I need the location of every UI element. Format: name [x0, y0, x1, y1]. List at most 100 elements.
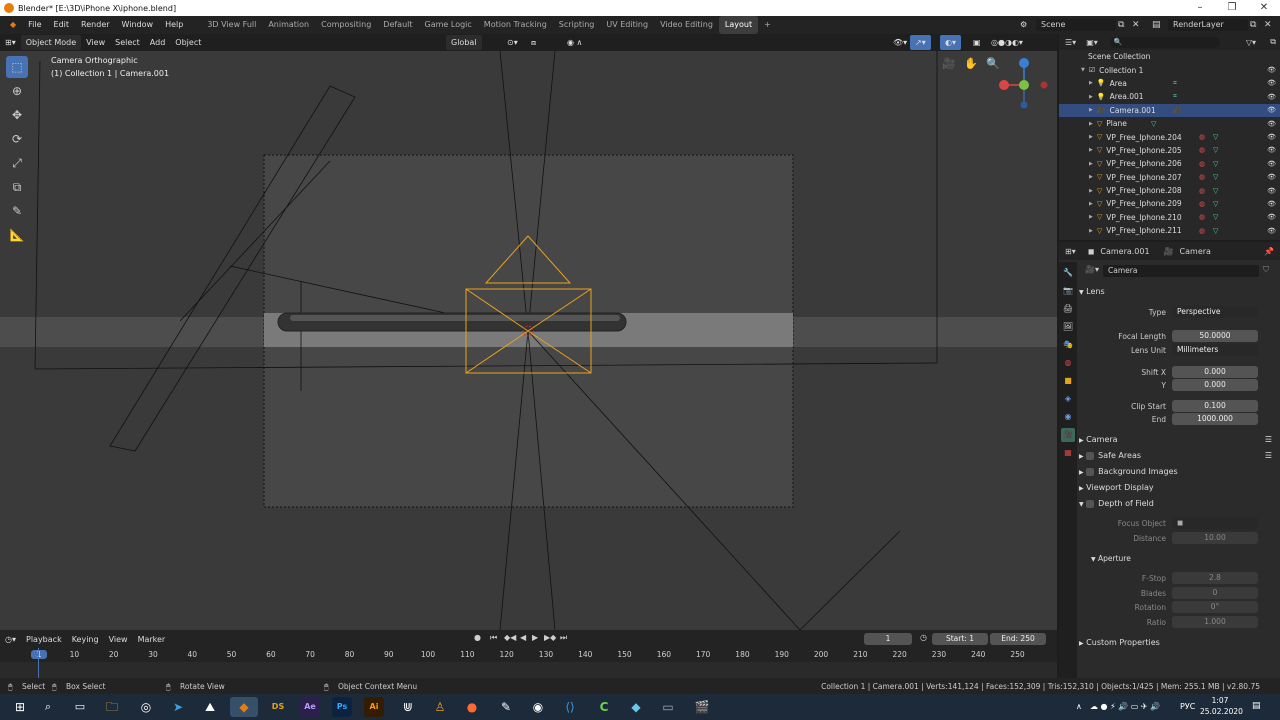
material-icon[interactable]: ◍ — [1199, 160, 1205, 168]
visibility-icon[interactable]: 👁▾ — [888, 35, 912, 50]
outliner-row[interactable]: ▶ 💡 Area ⌗ 👁 — [1059, 77, 1280, 90]
pin-icon[interactable]: 📌 — [1264, 247, 1274, 256]
workspace-tab[interactable]: 3D View Full — [201, 16, 262, 34]
lens-type-dropdown[interactable]: Perspective — [1172, 306, 1258, 318]
render-layer-icon[interactable]: ▤ — [1152, 16, 1161, 34]
add-workspace-icon[interactable]: + — [758, 16, 777, 34]
snap-icon[interactable]: ⧈ — [526, 35, 541, 50]
delete-scene-icon[interactable]: ✕ — [1132, 16, 1140, 34]
datablock-name-field[interactable]: Camera — [1103, 265, 1259, 277]
shift-y-field[interactable]: 0.000 — [1172, 379, 1258, 391]
chrome-icon[interactable]: ◎ — [136, 697, 156, 717]
menu-add[interactable]: Add — [145, 35, 171, 50]
annotate-tool-icon[interactable]: ✎ — [6, 200, 28, 222]
visibility-eye-icon[interactable]: 👁 — [1267, 133, 1276, 141]
ratio-field[interactable]: 1.000 — [1172, 616, 1258, 628]
visibility-eye-icon[interactable]: 👁 — [1267, 146, 1276, 154]
start-frame-field[interactable]: Start: 1 — [932, 633, 988, 645]
menu-edit[interactable]: Edit — [48, 16, 76, 34]
camera-data-tab-icon[interactable]: 🎥 — [1061, 428, 1075, 442]
timeline-editor-icon[interactable]: ◷▾ — [0, 632, 21, 647]
delete-layer-icon[interactable]: ✕ — [1264, 16, 1272, 34]
menu-render[interactable]: Render — [75, 16, 115, 34]
cursor-tool-icon[interactable]: ⊕ — [6, 80, 28, 102]
safe-areas-checkbox[interactable] — [1086, 451, 1095, 460]
expand-arrow-icon[interactable]: ▼ — [1081, 67, 1085, 73]
timeline-track[interactable] — [0, 648, 1057, 678]
menu-timeline-view[interactable]: View — [104, 632, 133, 647]
object-data-icon[interactable]: ▽ — [1213, 213, 1218, 221]
custom-properties-header[interactable]: ▶ Custom Properties — [1079, 638, 1278, 647]
fstop-field[interactable]: 2.8 — [1172, 572, 1258, 584]
next-keyframe-icon[interactable]: ▶◆ — [544, 633, 556, 642]
outliner-row[interactable]: ▶ ▽ Plane ▽ 👁 — [1059, 117, 1280, 130]
rotation-field[interactable]: 0° — [1172, 601, 1258, 613]
render-tab-icon[interactable]: 📷 — [1061, 284, 1075, 298]
expand-arrow-icon[interactable]: ▶ — [1089, 121, 1093, 127]
view-layer-tab-icon[interactable]: 🖼 — [1061, 320, 1075, 334]
preview-range-icon[interactable]: ◷ — [920, 633, 927, 642]
expand-arrow-icon[interactable]: ▶ — [1089, 201, 1093, 207]
select-tool-icon[interactable]: ⬚ — [6, 56, 28, 78]
fake-user-icon[interactable]: ⛉ — [1263, 265, 1269, 275]
outliner-row[interactable]: ▶ ▽ VP_Free_Iphone.204 ◍ ▽ 👁 — [1059, 130, 1280, 143]
outliner-row[interactable]: ▶ 💡 Area.001 ⌗ 👁 — [1059, 90, 1280, 103]
playhead-line[interactable] — [38, 648, 39, 678]
vscode-icon[interactable]: ⟨⟩ — [560, 697, 580, 717]
after-effects-icon[interactable]: Ae — [300, 697, 320, 717]
dof-checkbox[interactable] — [1086, 499, 1095, 508]
properties-editor-icon[interactable]: ⊞▾ — [1059, 247, 1082, 256]
expand-arrow-icon[interactable]: ▶ — [1089, 134, 1093, 140]
expand-arrow-icon[interactable]: ▶ — [1089, 214, 1093, 220]
expand-arrow-icon[interactable]: ▶ — [1089, 94, 1093, 100]
datablock-icon[interactable]: 🎥▾ — [1085, 265, 1099, 274]
shift-x-field[interactable]: 0.000 — [1172, 366, 1258, 378]
viewport-display-header[interactable]: ▶ Viewport Display — [1079, 483, 1278, 492]
material-icon[interactable]: ◍ — [1199, 213, 1205, 221]
workspace-tab[interactable]: Game Logic — [419, 16, 478, 34]
new-scene-icon[interactable]: ⧉ — [1118, 16, 1124, 34]
object-data-icon[interactable]: ▽ — [1213, 160, 1218, 168]
safe-areas-header[interactable]: ▶ Safe Areas ☰ — [1079, 451, 1278, 460]
prev-keyframe-icon[interactable]: ◆◀ — [504, 633, 516, 642]
focus-object-field[interactable]: ◼ — [1172, 517, 1258, 529]
dof-header[interactable]: ▼ Depth of Field — [1079, 499, 1278, 508]
outliner-row[interactable]: ▶ ▽ VP_Free_Iphone.205 ◍ ▽ 👁 — [1059, 144, 1280, 157]
workspace-tab[interactable]: Scripting — [553, 16, 601, 34]
xray-icon[interactable]: ▣ — [968, 35, 986, 50]
telegram-icon[interactable]: ➤ — [168, 697, 188, 717]
visibility-eye-icon[interactable]: 👁 — [1267, 120, 1276, 128]
file-explorer-icon[interactable]: 🗀 — [102, 697, 122, 717]
visibility-eye-icon[interactable]: 👁 — [1267, 187, 1276, 195]
outliner-row[interactable]: ▶ ▽ VP_Free_Iphone.206 ◍ ▽ 👁 — [1059, 157, 1280, 170]
move-tool-icon[interactable]: ✥ — [6, 104, 28, 126]
texture-tab-icon[interactable]: ▦ — [1061, 446, 1075, 460]
expand-arrow-icon[interactable]: ▶ — [1089, 80, 1093, 86]
clock-date[interactable]: 25.02.2020 — [1200, 707, 1243, 716]
lens-unit-dropdown[interactable]: Millimeters — [1172, 344, 1258, 356]
menu-keying[interactable]: Keying — [67, 632, 104, 647]
app-icon[interactable]: ⛰ — [200, 697, 220, 717]
scale-tool-icon[interactable]: ⤢ — [6, 152, 28, 174]
outliner-row[interactable]: ▶ ▽ VP_Free_Iphone.209 ◍ ▽ 👁 — [1059, 197, 1280, 210]
app-icon[interactable]: ▭ — [658, 697, 678, 717]
menu-select[interactable]: Select — [110, 35, 145, 50]
measure-tool-icon[interactable]: 📐 — [6, 224, 28, 246]
record-icon[interactable]: ● — [474, 633, 481, 642]
app-icon[interactable]: ✎ — [496, 697, 516, 717]
distance-field[interactable]: 10.00 — [1172, 532, 1258, 544]
unreal-icon[interactable]: ⋓ — [398, 697, 418, 717]
current-frame-field[interactable]: 1 — [864, 633, 912, 645]
pan-hand-icon[interactable]: ✋ — [964, 57, 978, 70]
background-images-header[interactable]: ▶ Background Images — [1079, 467, 1278, 476]
app-icon[interactable]: ● — [462, 697, 482, 717]
lens-section-header[interactable]: ▼ Lens — [1079, 287, 1278, 296]
visibility-eye-icon[interactable]: 👁 — [1267, 173, 1276, 181]
expand-arrow-icon[interactable]: ▶ — [1089, 174, 1093, 180]
workspace-tab[interactable]: Motion Tracking — [478, 16, 553, 34]
windows-start-icon[interactable]: ⊞ — [10, 697, 30, 717]
object-data-icon[interactable]: ▽ — [1213, 173, 1218, 181]
search-icon[interactable]: ⌕ — [38, 697, 58, 717]
filter-icon[interactable]: ▽▾ — [1246, 38, 1256, 47]
scene-icon[interactable]: ⚙ — [1020, 16, 1027, 34]
